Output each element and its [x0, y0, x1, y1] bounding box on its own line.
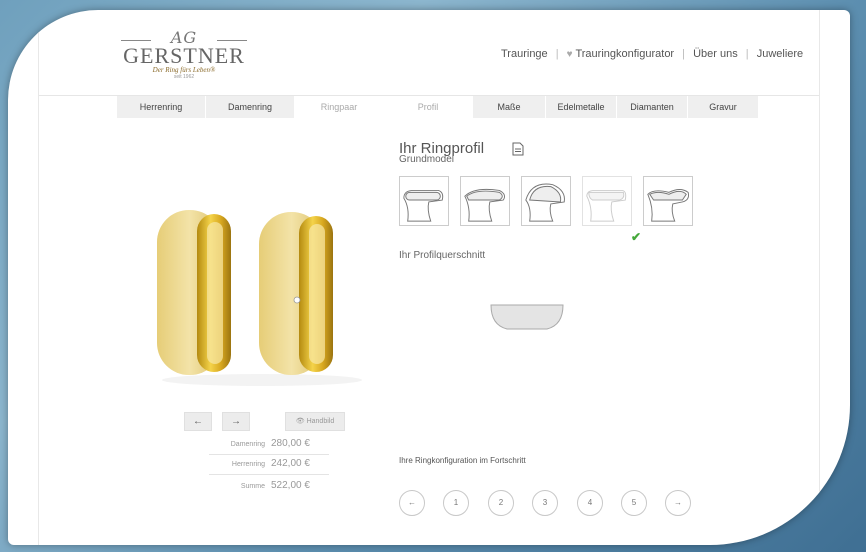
progress-step-2[interactable]: 2 — [488, 490, 514, 516]
profile-model-2[interactable] — [460, 176, 510, 226]
tab-edelmetalle[interactable]: Edelmetalle — [546, 96, 617, 118]
profile-cross-section — [490, 304, 564, 330]
hand-image-label: Handbild — [306, 418, 335, 425]
grundmodel-label: Grundmodel — [399, 154, 455, 165]
tab-profil[interactable]: Profil — [384, 96, 473, 118]
eye-icon: 👁 — [295, 418, 305, 425]
progress-label: Ihre Ringkonfiguration im Fortschritt — [399, 456, 526, 465]
nav-separator: | — [682, 48, 686, 60]
price-divider — [209, 474, 329, 475]
progress-step-1[interactable]: 1 — [443, 490, 469, 516]
logo-name: GERSTNER — [123, 43, 245, 68]
profile-model-1[interactable] — [399, 176, 449, 226]
profile-model-5[interactable] — [643, 176, 693, 226]
nav-trauringkonfigurator[interactable]: Trauringkonfigurator — [575, 48, 674, 60]
nav-juweliere[interactable]: Juweliere — [757, 48, 803, 60]
page-container: AG GERSTNER Der Ring fürs Leben® seit 19… — [38, 10, 820, 545]
nav-separator: | — [745, 48, 749, 60]
cross-section-label: Ihr Profilquerschnitt — [399, 250, 486, 261]
logo-monogram: AG — [170, 28, 198, 47]
image-prev-button[interactable]: ← — [184, 412, 212, 431]
price-row-summe: Summe 522,00 € — [209, 480, 339, 491]
price-divider — [209, 454, 329, 455]
price-label: Damenring — [230, 441, 265, 448]
nav-separator: | — [555, 48, 559, 60]
top-navigation: Trauringe | ♥ Trauringkonfigurator | Übe… — [501, 48, 803, 60]
logo-line-left — [121, 40, 151, 41]
price-value: 280,00 € — [271, 438, 310, 449]
gerstner-logo[interactable]: AG GERSTNER Der Ring fürs Leben® seit 19… — [119, 30, 249, 80]
heart-icon: ♥ — [566, 49, 573, 60]
price-value: 242,00 € — [271, 458, 310, 469]
logo-since: seit 1962 — [173, 74, 195, 80]
profile-model-4-selected[interactable] — [582, 176, 632, 226]
tab-gravur[interactable]: Gravur — [688, 96, 759, 118]
document-icon[interactable] — [512, 142, 524, 156]
nav-trauringe[interactable]: Trauringe — [501, 48, 548, 60]
selected-checkmark-icon: ✔ — [631, 230, 642, 244]
tab-herrenring[interactable]: Herrenring — [117, 96, 206, 118]
progress-step-4[interactable]: 4 — [577, 490, 603, 516]
ring-pair-image — [157, 210, 362, 386]
price-row-damenring: Damenring 280,00 € — [209, 438, 339, 449]
price-label: Summe — [240, 483, 265, 490]
price-value: 522,00 € — [271, 480, 310, 491]
profile-model-3[interactable] — [521, 176, 571, 226]
progress-prev-button[interactable]: ← — [399, 490, 425, 516]
price-row-herrenring: Herrenring 242,00 € — [209, 458, 339, 469]
hand-image-button[interactable]: 👁 Handbild — [285, 412, 345, 431]
window-frame: AG GERSTNER Der Ring fürs Leben® seit 19… — [8, 10, 850, 545]
progress-next-button[interactable]: → — [665, 490, 691, 516]
tab-damenring[interactable]: Damenring — [206, 96, 295, 118]
logo-line-right — [217, 40, 247, 41]
nav-ueber-uns[interactable]: Über uns — [693, 48, 738, 60]
tab-ringpaar[interactable]: Ringpaar — [295, 96, 384, 118]
image-next-button[interactable]: → — [222, 412, 250, 431]
configurator-tabs: Herrenring Damenring Ringpaar Profil Maß… — [117, 96, 759, 118]
price-label: Herrenring — [231, 461, 265, 468]
progress-step-3[interactable]: 3 — [532, 490, 558, 516]
progress-step-5[interactable]: 5 — [621, 490, 647, 516]
tab-diamanten[interactable]: Diamanten — [617, 96, 688, 118]
tab-masse[interactable]: Maße — [473, 96, 546, 118]
